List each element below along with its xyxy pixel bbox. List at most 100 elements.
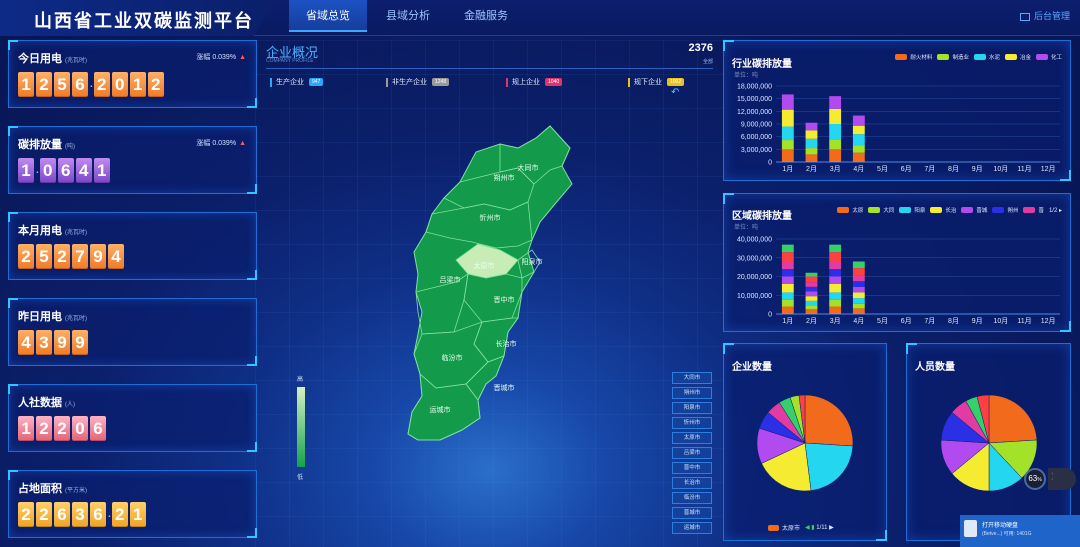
bar-segment[interactable]: [781, 244, 794, 253]
category-item[interactable]: 非生产企业 1248: [386, 77, 450, 87]
bar-segment[interactable]: [805, 305, 818, 310]
city-button[interactable]: 晋城市: [672, 507, 712, 519]
bar-segment[interactable]: [805, 138, 818, 149]
bar-segment[interactable]: [781, 252, 794, 262]
pie-slice[interactable]: [988, 394, 1038, 444]
bar-segment[interactable]: [805, 122, 818, 131]
bar-segment[interactable]: [781, 94, 794, 110]
bar-segment[interactable]: [805, 309, 818, 314]
bar-segment[interactable]: [829, 284, 842, 293]
city-button[interactable]: 大同市: [672, 372, 712, 384]
bar-segment[interactable]: [781, 269, 794, 277]
bar-segment[interactable]: [852, 145, 865, 153]
bar-segment[interactable]: [852, 292, 865, 299]
drive-notification[interactable]: 打开移动硬盘 (Betve...) 可用: 1401G: [960, 515, 1080, 547]
kpi-digit: 1: [93, 158, 110, 183]
bar-segment[interactable]: [781, 292, 794, 300]
bar-segment[interactable]: [852, 303, 865, 309]
kpi-digit: 2: [36, 416, 52, 441]
bar-segment[interactable]: [805, 286, 818, 292]
city-button[interactable]: 忻州市: [672, 417, 712, 429]
bar-segment[interactable]: [805, 130, 818, 139]
city-button[interactable]: 运城市: [672, 522, 712, 534]
company-pager[interactable]: ◀ ▮ 1/11 ▶: [805, 524, 834, 531]
bar-segment[interactable]: [829, 108, 842, 124]
city-button[interactable]: 长治市: [672, 477, 712, 489]
bar-segment[interactable]: [805, 291, 818, 297]
tab-county[interactable]: 县域分析: [369, 0, 447, 32]
kpi-digit: 2: [18, 502, 34, 527]
bar-segment[interactable]: [781, 284, 794, 293]
top-bar: 山西省工业双碳监测平台 省域总览 县域分析 金融服务 后台管理: [0, 0, 1080, 36]
pie-slice[interactable]: [804, 394, 854, 447]
bar-segment[interactable]: [829, 244, 842, 253]
bar-segment[interactable]: [852, 275, 865, 282]
bar-segment[interactable]: [852, 134, 865, 146]
city-button[interactable]: 临汾市: [672, 492, 712, 504]
bar-segment[interactable]: [805, 276, 818, 283]
x-tick-label: 10月: [993, 165, 1008, 173]
bar-segment[interactable]: [852, 152, 865, 162]
city-button[interactable]: 吕梁市: [672, 447, 712, 459]
city-button[interactable]: 太原市: [672, 432, 712, 444]
city-button[interactable]: 阳泉市: [672, 402, 712, 414]
bar-segment[interactable]: [829, 292, 842, 300]
bar-segment[interactable]: [852, 298, 865, 304]
tab-overview[interactable]: 省域总览: [289, 0, 367, 32]
bar-segment[interactable]: [781, 276, 794, 285]
bar-segment[interactable]: [829, 252, 842, 262]
bar-segment[interactable]: [829, 261, 842, 270]
bar-segment[interactable]: [781, 261, 794, 270]
kpi-digit: 1: [129, 502, 146, 527]
bar-segment[interactable]: [829, 276, 842, 285]
city-button[interactable]: 晋中市: [672, 462, 712, 474]
reset-icon[interactable]: ↶: [671, 87, 679, 98]
bar-segment[interactable]: [781, 299, 794, 307]
bar-segment[interactable]: [829, 149, 842, 162]
bar-segment[interactable]: [781, 140, 794, 150]
bar-segment[interactable]: [852, 268, 865, 276]
bar-segment[interactable]: [829, 139, 842, 150]
bar-segment[interactable]: [781, 126, 794, 141]
map-city-label: 晋中市: [494, 295, 515, 304]
notice-subtitle: (Betve...) 可用: 1401G: [982, 531, 1032, 537]
category-item[interactable]: 规下企业 1002: [628, 77, 685, 87]
bar-segment[interactable]: [781, 306, 794, 315]
legend-high-label: 高: [297, 377, 304, 383]
bar-segment[interactable]: [852, 115, 865, 126]
kpi-digit: 6: [54, 502, 70, 527]
bar-segment[interactable]: [805, 296, 818, 301]
bar-segment[interactable]: [852, 125, 865, 135]
kpi-digit: 1: [18, 158, 34, 183]
category-item[interactable]: 规上企业 1040: [506, 77, 563, 87]
bar-segment[interactable]: [829, 306, 842, 315]
bar-segment[interactable]: [805, 272, 818, 277]
bar-segment[interactable]: [781, 149, 794, 162]
bar-segment[interactable]: [829, 96, 842, 109]
bar-segment[interactable]: [829, 299, 842, 307]
kpi-change-value: 0.039%: [212, 54, 237, 61]
bar-segment[interactable]: [805, 148, 818, 155]
kpi-digit: 6: [90, 416, 106, 441]
pie-slice[interactable]: [804, 442, 854, 491]
backend-link[interactable]: 后台管理: [1019, 9, 1070, 22]
tab-finance[interactable]: 金融服务: [447, 0, 525, 32]
category-item[interactable]: 生产企业 947: [270, 77, 324, 87]
notice-title: 打开移动硬盘: [982, 523, 1019, 529]
bar-segment[interactable]: [852, 261, 865, 269]
x-tick-label: 2月: [806, 165, 817, 173]
bar-segment[interactable]: [852, 308, 865, 314]
bar-segment[interactable]: [829, 269, 842, 277]
bar-segment[interactable]: [852, 286, 865, 293]
kpi-digit: 9: [54, 330, 70, 355]
bar-segment[interactable]: [805, 154, 818, 162]
province-map[interactable]: 大同市 朔州市 忻州市 太原市 阳泉市 吕梁市 晋中市 长治市 临汾市 晋城市 运城市: [400, 122, 590, 445]
bar-segment[interactable]: [829, 124, 842, 140]
bar-segment[interactable]: [805, 282, 818, 287]
backend-label: 后台管理: [1033, 11, 1070, 21]
bar-segment[interactable]: [852, 281, 865, 287]
performance-gauge[interactable]: 63%: [1024, 468, 1046, 490]
city-button[interactable]: 朔州市: [672, 387, 712, 399]
bar-segment[interactable]: [805, 300, 818, 306]
bar-segment[interactable]: [781, 109, 794, 127]
